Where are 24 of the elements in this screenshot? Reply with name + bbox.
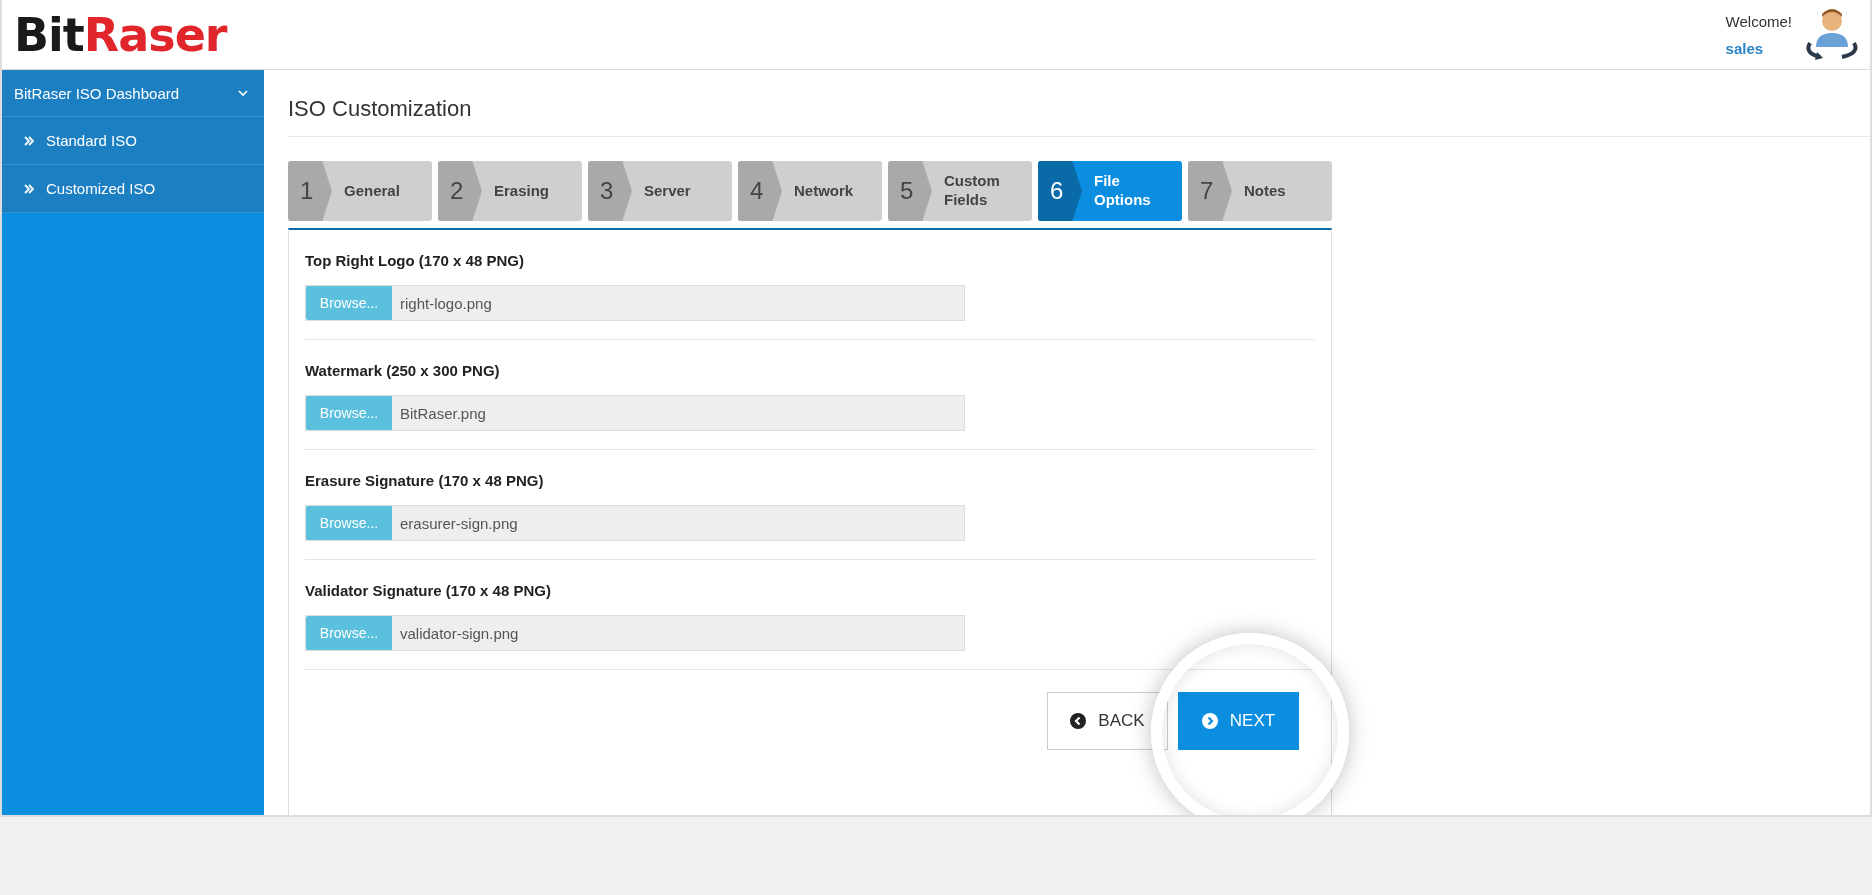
double-chevron-icon	[24, 183, 34, 194]
wizard-step-tab[interactable]: 7 Notes	[1188, 161, 1332, 221]
sidebar-item[interactable]: Customized ISO	[2, 165, 264, 213]
welcome-text: Welcome!	[1725, 12, 1792, 30]
wizard-step-tab[interactable]: 2 Erasing	[438, 161, 582, 221]
logo: BitRaser	[14, 11, 227, 58]
double-chevron-icon	[24, 135, 34, 146]
page-title: ISO Customization	[288, 70, 1870, 137]
wizard-step-tab[interactable]: 3 Server	[588, 161, 732, 221]
wizard-step-tab[interactable]: 4 Network	[738, 161, 882, 221]
username-link[interactable]: sales	[1725, 39, 1792, 57]
next-button[interactable]: NEXT	[1178, 692, 1299, 750]
field-label: Watermark (250 x 300 PNG)	[305, 362, 501, 379]
wizard-step-tab[interactable]: 5 Custom Fields	[888, 161, 1032, 221]
back-button[interactable]: BACK	[1047, 692, 1168, 750]
sidebar-header[interactable]: BitRaser ISO Dashboard	[2, 70, 264, 117]
field-label: Top Right Logo (170 x 48 PNG)	[305, 252, 525, 269]
field-label: Erasure Signature (170 x 48 PNG)	[305, 472, 545, 489]
sidebar-item[interactable]: Standard ISO	[2, 117, 264, 165]
wizard-step-tab[interactable]: 6 File Options	[1038, 161, 1182, 221]
wizard-step-tab[interactable]: 1 General	[288, 161, 432, 221]
left-chevron-circle-icon	[1070, 713, 1087, 729]
field-label: Validator Signature (170 x 48 PNG)	[305, 582, 552, 599]
right-chevron-circle-icon	[1201, 713, 1218, 729]
